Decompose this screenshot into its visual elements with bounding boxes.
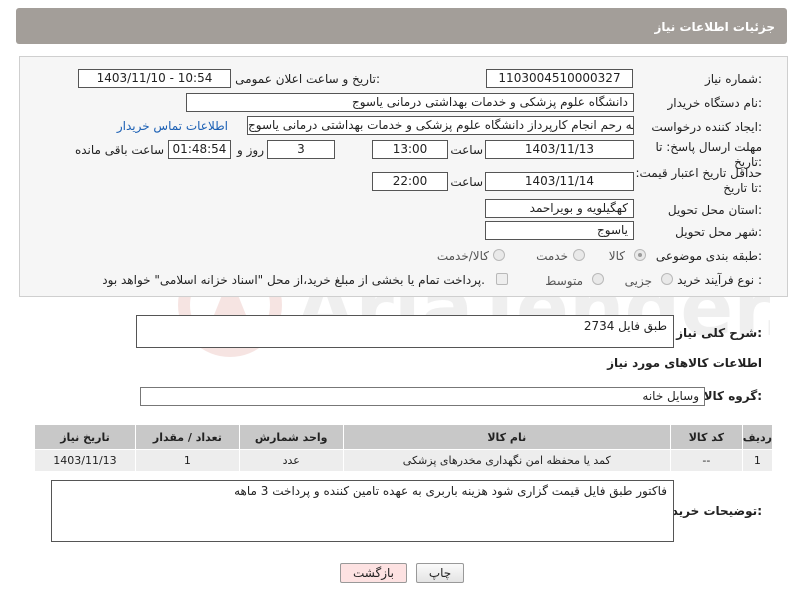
process-minor-label: جزیی: [624, 274, 652, 288]
validity-time-label: ساعت: [450, 175, 483, 189]
col-code: کد کالا: [669, 424, 743, 450]
payment-note: پرداخت تمام یا بخشی از مبلغ خرید،از محل …: [102, 273, 485, 287]
cell-code: --: [669, 449, 743, 472]
deadline-time-label: ساعت: [450, 143, 483, 157]
province-field: کهگیلویه و بویراحمد: [485, 199, 634, 218]
buyer-org-field: دانشگاه علوم پزشکی و خدمات بهداشتی درمان…: [186, 93, 634, 112]
announce-field: 1403/11/10 - 10:54: [78, 69, 231, 88]
table-row: 1 -- کمد یا محفظه امن نگهداری مخدرهای پز…: [34, 449, 774, 472]
goods-table-header: ردیف کد کالا نام کالا واحد شمارش تعداد /…: [34, 424, 774, 450]
category-goods-service-radio[interactable]: [493, 249, 505, 261]
need-number-field: 1103004510000327: [486, 69, 633, 88]
city-label: شهر محل تحویل:: [675, 225, 762, 239]
category-label: طبقه بندی موضوعی:: [655, 249, 762, 263]
col-date: تاریخ نیاز: [34, 424, 136, 450]
goods-group-field: وسایل خانه: [140, 387, 705, 406]
page-title: جزئیات اطلاعات نیاز: [654, 20, 775, 34]
buyer-notes-text: فاکتور طبق فایل قیمت گزاری شود هزینه بار…: [234, 484, 667, 498]
days-field: 3: [267, 140, 335, 159]
col-row: ردیف: [741, 424, 774, 450]
announce-label: تاریخ و ساعت اعلان عمومی:: [235, 72, 380, 86]
process-medium-label: متوسط: [545, 274, 583, 288]
summary-textarea[interactable]: طبق فایل 2734: [136, 315, 674, 348]
buyer-notes-label: توضیحات خریدار:: [660, 504, 762, 518]
category-goods-label: کالا: [608, 249, 625, 263]
deadline-time-field: 13:00: [372, 140, 448, 159]
category-service-label: خدمت: [536, 249, 568, 263]
process-medium-radio[interactable]: [592, 273, 604, 285]
days-label: روز و: [237, 143, 264, 157]
category-goods-radio[interactable]: [634, 249, 646, 261]
goods-table: ردیف کد کالا نام کالا واحد شمارش تعداد /…: [34, 424, 774, 472]
cell-date: 1403/11/13: [34, 449, 136, 472]
validity-time-field: 22:00: [372, 172, 448, 191]
cell-row: 1: [741, 449, 774, 472]
goods-section-title: اطلاعات کالاهای مورد نیاز: [607, 356, 762, 370]
back-button[interactable]: بازگشت: [340, 563, 407, 583]
city-field: یاسوج: [485, 221, 634, 240]
validity-label: حداقل تاریخ اعتبار قیمت: تا تاریخ:: [635, 166, 762, 195]
remaining-label: ساعت باقی مانده: [74, 143, 164, 157]
col-name: نام کالا: [342, 424, 671, 450]
cell-name: کمد یا محفظه امن نگهداری مخدرهای پزشکی: [342, 449, 671, 472]
process-label: نوع فرآیند خرید :: [677, 273, 762, 287]
col-qty: تعداد / مقدار: [134, 424, 240, 450]
remaining-time-field: 01:48:54: [168, 140, 231, 159]
payment-treasury-checkbox[interactable]: [496, 273, 508, 285]
cell-unit: عدد: [238, 449, 344, 472]
province-label: استان محل تحویل:: [667, 203, 762, 217]
requester-field: اله رحم انجام کارپرداز دانشگاه علوم پزشک…: [247, 116, 634, 135]
validity-date-field: 1403/11/14: [485, 172, 634, 191]
need-number-label: شماره نیاز:: [704, 72, 762, 86]
summary-text: طبق فایل 2734: [583, 319, 667, 333]
process-minor-radio[interactable]: [661, 273, 673, 285]
page-header: جزئیات اطلاعات نیاز: [16, 8, 787, 44]
buyer-org-label: نام دستگاه خریدار:: [667, 96, 763, 110]
requester-label: ایجاد کننده درخواست:: [651, 120, 762, 134]
category-service-radio[interactable]: [573, 249, 585, 261]
col-unit: واحد شمارش: [238, 424, 344, 450]
goods-group-label: گروه کالا:: [703, 389, 762, 403]
buyer-contact-link[interactable]: اطلاعات تماس خریدار: [117, 119, 228, 133]
print-button[interactable]: چاپ: [416, 563, 464, 583]
buyer-notes-textarea[interactable]: فاکتور طبق فایل قیمت گزاری شود هزینه بار…: [51, 480, 674, 542]
cell-qty: 1: [134, 449, 240, 472]
summary-label: شرح کلی نیاز:: [676, 326, 762, 340]
category-goods-service-label: کالا/خدمت: [436, 249, 489, 263]
deadline-date-field: 1403/11/13: [485, 140, 634, 159]
